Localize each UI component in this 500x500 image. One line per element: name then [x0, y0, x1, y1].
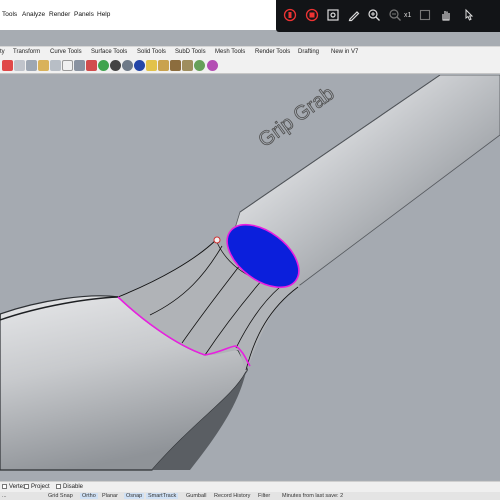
tab-surface-tools[interactable]: Surface Tools [91, 49, 127, 55]
cut-icon[interactable] [2, 60, 13, 71]
status-grid-snap[interactable]: Grid Snap [48, 493, 73, 499]
join-icon[interactable] [38, 60, 49, 71]
trim-icon[interactable] [14, 60, 25, 71]
ground-plane-icon[interactable] [182, 60, 193, 71]
zoom-level-label: x1 [404, 12, 412, 19]
fit-screen-icon[interactable] [417, 7, 433, 23]
menu-render[interactable]: Render [49, 11, 70, 19]
recorder-toolbar: x1 [276, 0, 500, 32]
control-point [213, 236, 221, 244]
status-filter[interactable]: Filter [258, 493, 270, 499]
checkbox-icon[interactable] [2, 484, 7, 489]
osnap-project[interactable]: Project [24, 484, 50, 490]
status-record-history[interactable]: Record History [214, 493, 250, 499]
status-cplane: ... [2, 493, 7, 499]
tab-utility[interactable]: ty [0, 49, 5, 55]
tab-drafting[interactable]: Drafting [298, 49, 319, 55]
tab-mesh-tools[interactable]: Mesh Tools [215, 49, 245, 55]
tab-transform[interactable]: Transform [13, 49, 40, 55]
toolbar-tab-strip: ty Transform Curve Tools Surface Tools S… [0, 46, 500, 58]
zoom-out-icon[interactable] [387, 7, 403, 23]
status-planar[interactable]: Planar [102, 493, 118, 499]
tab-new-in-v7[interactable]: New in V7 [331, 49, 358, 55]
material-icon[interactable] [98, 60, 109, 71]
osnap-disable[interactable]: Disable [56, 484, 83, 490]
light-icon[interactable] [146, 60, 157, 71]
status-osnap[interactable]: Osnap [124, 493, 145, 499]
texture-icon[interactable] [158, 60, 169, 71]
menu-help[interactable]: Help [97, 11, 110, 19]
pen-icon[interactable] [346, 7, 362, 23]
tab-subd-tools[interactable]: SubD Tools [175, 49, 206, 55]
status-gumball[interactable]: Gumball [186, 493, 206, 499]
perspective-viewport[interactable]: Grip Grab [0, 75, 500, 480]
stop-recording-icon[interactable] [282, 7, 298, 23]
lamp-icon[interactable] [62, 60, 73, 71]
status-bar: ... Grid Snap Ortho Planar Osnap SmartTr… [0, 492, 500, 500]
osnap-bar: Vertex Project Disable [0, 481, 500, 492]
environment-icon[interactable] [134, 60, 145, 71]
decal-icon[interactable] [170, 60, 181, 71]
toolbar-icon-row [0, 58, 500, 74]
tab-render-tools[interactable]: Render Tools [255, 49, 290, 55]
hand-icon[interactable] [438, 7, 454, 23]
menu-analyze[interactable]: Analyze [22, 11, 45, 19]
tab-curve-tools[interactable]: Curve Tools [50, 49, 82, 55]
globe-icon[interactable] [194, 60, 205, 71]
render-sphere-icon[interactable] [110, 60, 121, 71]
explode-icon[interactable] [50, 60, 61, 71]
status-last-save: Minutes from last save: 2 [282, 493, 344, 499]
menu-tools[interactable]: Tools [2, 11, 17, 19]
shade-sphere-icon[interactable] [122, 60, 133, 71]
group-icon[interactable] [74, 60, 85, 71]
status-ortho[interactable]: Ortho [80, 493, 98, 499]
osnap-vertex[interactable]: Vertex [2, 484, 26, 490]
pointer-icon[interactable] [460, 7, 476, 23]
zoom-in-icon[interactable] [366, 7, 382, 23]
menu-panels[interactable]: Panels [74, 11, 94, 19]
checkbox-icon[interactable] [24, 484, 29, 489]
status-smarttrack[interactable]: SmartTrack [146, 493, 179, 499]
tab-solid-tools[interactable]: Solid Tools [137, 49, 166, 55]
pause-recording-icon[interactable] [304, 7, 320, 23]
screenshot-icon[interactable] [325, 7, 341, 23]
split-icon[interactable] [26, 60, 37, 71]
sun-icon[interactable] [207, 60, 218, 71]
grip-grab-emboss: Grip Grab [254, 82, 338, 151]
paint-icon[interactable] [86, 60, 97, 71]
checkbox-icon[interactable] [56, 484, 61, 489]
